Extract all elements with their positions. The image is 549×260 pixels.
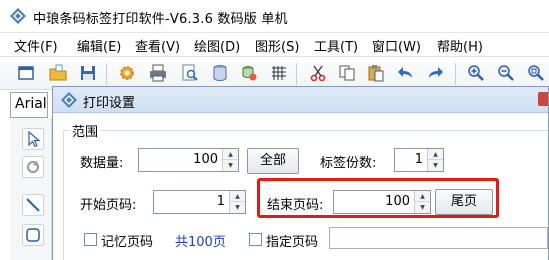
grid-icon[interactable] <box>270 64 288 82</box>
menu-tools[interactable]: 工具(T) <box>314 36 358 55</box>
menu-file[interactable]: 文件(F) <box>14 36 58 55</box>
font-family-combo[interactable]: Arial <box>10 92 48 118</box>
specify-page-label: 指定页码 <box>266 235 319 250</box>
menu-help[interactable]: 帮助(H) <box>437 36 483 55</box>
print-icon[interactable] <box>149 64 167 82</box>
undo-icon[interactable] <box>397 64 415 82</box>
data-count-input[interactable]: 100 ▲ ▼ <box>138 148 239 172</box>
total-pages-text: 共100页 <box>175 235 226 250</box>
toolbar-separator <box>296 63 297 85</box>
start-page-value: 1 <box>216 194 225 209</box>
cut-icon[interactable] <box>309 64 327 82</box>
label-copies-spinner[interactable]: ▲ ▼ <box>427 149 443 171</box>
spin-down-icon[interactable]: ▼ <box>428 160 443 171</box>
specify-page-checkbox[interactable] <box>249 233 262 246</box>
drawing-tools-panel <box>10 118 52 260</box>
menu-draw[interactable]: 绘图(D) <box>194 36 240 55</box>
select-tool[interactable] <box>22 128 44 150</box>
database-icon[interactable] <box>211 64 229 82</box>
label-copies-label: 标签份数: <box>320 156 377 171</box>
toolbar-separator <box>455 63 456 85</box>
zoom-out-icon[interactable] <box>497 64 515 82</box>
range-group-label: 范围 <box>70 121 101 140</box>
start-page-label: 开始页码: <box>80 198 137 213</box>
spin-down-icon[interactable]: ▼ <box>230 202 245 213</box>
menu-edit[interactable]: 编辑(E) <box>77 36 121 55</box>
spin-up-icon[interactable]: ▲ <box>230 191 245 202</box>
menu-view[interactable]: 查看(V) <box>135 36 180 55</box>
app-logo-icon <box>10 8 26 24</box>
rotate-tool[interactable] <box>22 156 44 178</box>
data-count-spinner[interactable]: ▲ ▼ <box>222 149 238 171</box>
settings-gear-icon[interactable] <box>118 64 136 82</box>
remember-page-checkbox[interactable] <box>84 233 97 246</box>
open-folder-icon[interactable] <box>49 64 67 82</box>
all-button[interactable]: 全部 <box>247 148 299 174</box>
toolbar-separator <box>106 63 107 85</box>
label-copies-value: 1 <box>414 152 423 167</box>
data-sync-icon[interactable] <box>240 64 258 82</box>
spin-up-icon[interactable]: ▲ <box>428 149 443 160</box>
dialog-close-button[interactable] <box>538 92 548 106</box>
rounded-rectangle-icon <box>26 228 40 242</box>
toolbar <box>0 56 549 90</box>
line-icon <box>26 198 40 212</box>
redo-icon[interactable] <box>426 64 444 82</box>
copy-icon[interactable] <box>338 64 356 82</box>
new-window-icon[interactable] <box>17 64 35 82</box>
specify-page-input[interactable] <box>329 227 548 249</box>
start-page-spinner[interactable]: ▲ ▼ <box>229 191 245 213</box>
dialog-titlebar: 打印设置 <box>53 87 548 113</box>
rounded-rect-tool[interactable] <box>22 224 44 246</box>
spin-up-icon[interactable]: ▲ <box>223 149 238 160</box>
paste-icon[interactable] <box>367 64 385 82</box>
zoom-fit-icon[interactable] <box>527 64 545 82</box>
data-count-value: 100 <box>193 152 218 167</box>
app-title: 中琅条码标签打印软件-V6.3.6 数码版 单机 <box>33 12 288 27</box>
label-copies-input[interactable]: 1 ▲ ▼ <box>394 148 444 172</box>
remember-page-label: 记忆页码 <box>101 235 154 250</box>
print-settings-dialog: 打印设置 范围 数据量: 100 ▲ ▼ 全部 标签份数: 1 ▲ ▼ 开始页码… <box>52 86 549 260</box>
zoom-in-icon[interactable] <box>467 64 485 82</box>
dialog-title: 打印设置 <box>83 96 136 111</box>
menu-window[interactable]: 窗口(W) <box>372 36 421 55</box>
start-page-input[interactable]: 1 ▲ ▼ <box>153 190 246 214</box>
app-titlebar: 中琅条码标签打印软件-V6.3.6 数码版 单机 <box>0 0 549 33</box>
menu-shape[interactable]: 图形(S) <box>255 36 299 55</box>
save-icon[interactable] <box>79 64 97 82</box>
cursor-arrow-icon <box>28 130 41 148</box>
rotate-icon <box>27 161 39 173</box>
app-logo-icon <box>61 92 77 108</box>
end-page-highlight-box <box>257 178 499 218</box>
line-tool[interactable] <box>22 194 44 216</box>
menu-bar: 文件(F) 编辑(E) 查看(V) 绘图(D) 图形(S) 工具(T) 窗口(W… <box>0 33 549 56</box>
print-preview-icon[interactable] <box>181 64 199 82</box>
data-count-label: 数据量: <box>80 156 124 171</box>
spin-down-icon[interactable]: ▼ <box>223 160 238 171</box>
